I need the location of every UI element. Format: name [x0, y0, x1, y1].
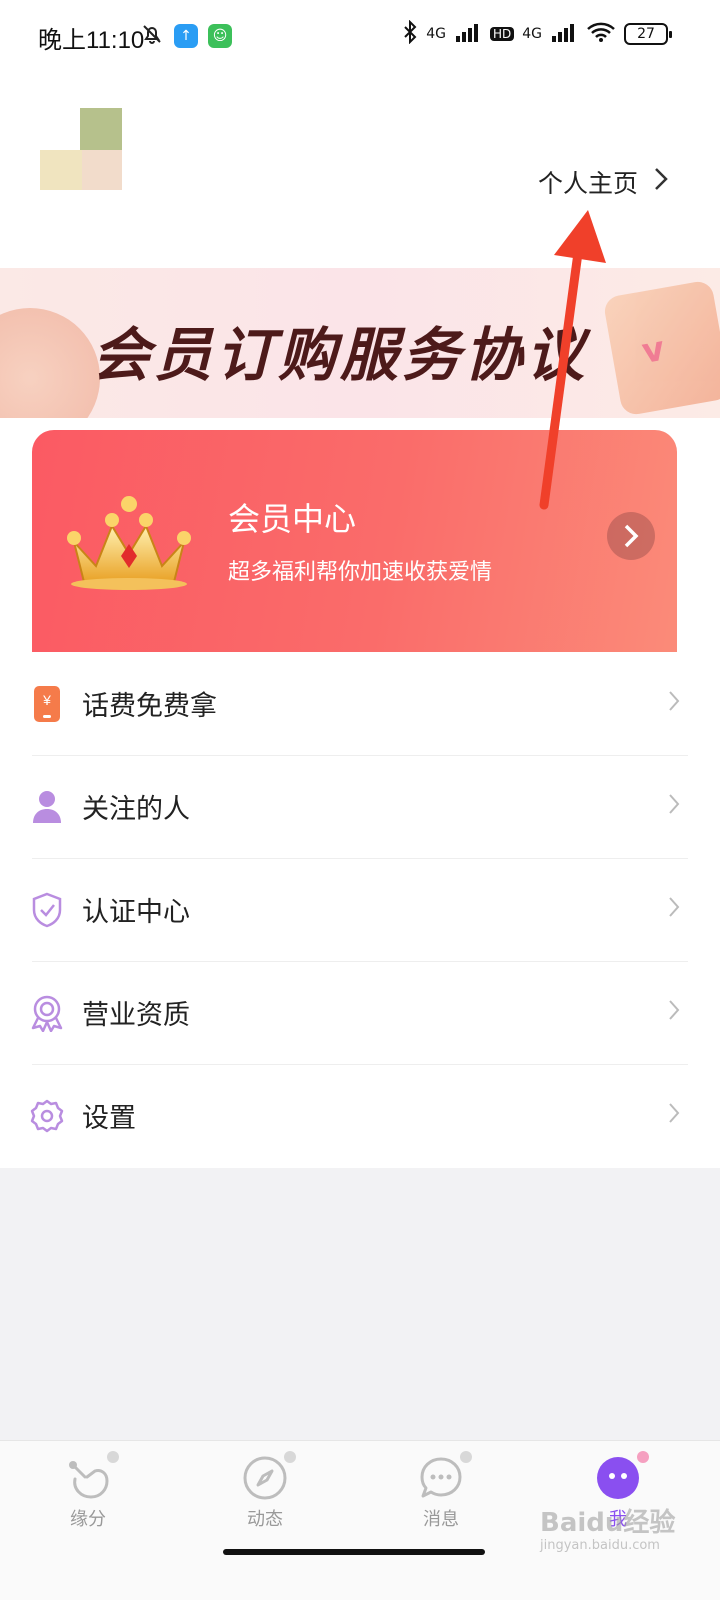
tab-moments[interactable]: 动态 — [215, 1451, 315, 1531]
avatar[interactable] — [40, 108, 122, 190]
tab-messages[interactable]: 消息 — [391, 1451, 491, 1531]
chevron-right-icon — [668, 998, 680, 1028]
menu-item-verification[interactable]: 认证中心 — [0, 858, 720, 961]
status-left-icons: ↑ ☺ — [140, 22, 232, 50]
chat-icon — [418, 1451, 472, 1501]
signal-icon — [550, 22, 578, 46]
menu-item-phone-bill[interactable]: ¥ 话费免费拿 — [0, 652, 720, 755]
person-icon — [28, 788, 66, 826]
empty-area — [0, 1168, 720, 1440]
chevron-right-icon — [654, 167, 668, 198]
vip-center-title: 会员中心 — [228, 500, 357, 538]
android-app-icon: ☺ — [208, 24, 232, 48]
menu-item-label: 认证中心 — [82, 897, 190, 928]
banner-title: 会员订购服务协议 — [92, 321, 589, 389]
watermark-url: jingyan.baidu.com — [540, 1538, 660, 1553]
personal-homepage-link[interactable]: 个人主页 — [538, 164, 668, 200]
tab-label: 缘分 — [70, 1509, 106, 1530]
signal-icon — [454, 22, 482, 46]
me-icon — [595, 1451, 649, 1501]
phone-bill-icon: ¥ — [28, 685, 66, 723]
crown-icon — [62, 490, 196, 594]
tab-fate[interactable]: 缘分 — [38, 1451, 138, 1531]
status-bar: 晚上11:10 ↑ ☺ 4G HD 4G 27 — [0, 0, 720, 70]
menu-item-settings[interactable]: 设置 — [0, 1064, 720, 1167]
annotation-arrow — [530, 205, 620, 519]
compass-icon — [242, 1451, 296, 1501]
network-label-2: 4G — [522, 26, 542, 42]
chevron-right-icon — [668, 792, 680, 822]
gift-box-decoration: v — [602, 279, 720, 417]
menu-item-business-license[interactable]: 营业资质 — [0, 961, 720, 1064]
tab-label: 消息 — [423, 1509, 459, 1530]
hd-badge: HD — [489, 27, 515, 41]
wifi-icon — [586, 21, 616, 47]
vip-go-button[interactable] — [607, 512, 655, 560]
network-label-1: 4G — [426, 26, 446, 42]
shield-check-icon — [28, 891, 66, 929]
status-right-icons: 4G HD 4G 27 — [402, 19, 672, 48]
menu-list: ¥ 话费免费拿 关注的人 认证中心 营业资质 设置 — [0, 652, 720, 1167]
badge-icon — [28, 994, 66, 1032]
battery-indicator: 27 — [624, 23, 672, 45]
watermark-logo: Baidu经验 — [540, 1508, 676, 1538]
bluetooth-icon — [402, 19, 418, 48]
menu-item-label: 设置 — [82, 1103, 136, 1134]
home-indicator[interactable] — [223, 1549, 485, 1555]
chevron-right-icon — [668, 895, 680, 925]
personal-homepage-label: 个人主页 — [538, 169, 639, 198]
hand-icon — [65, 1451, 119, 1501]
gear-icon — [28, 1097, 66, 1135]
chevron-right-icon — [668, 689, 680, 719]
menu-item-label: 话费免费拿 — [82, 691, 217, 722]
menu-item-following[interactable]: 关注的人 — [0, 755, 720, 858]
bell-off-icon — [140, 22, 164, 50]
svg-text:¥: ¥ — [42, 692, 51, 708]
tab-label: 动态 — [247, 1509, 283, 1530]
menu-item-label: 营业资质 — [82, 1000, 190, 1031]
menu-item-label: 关注的人 — [82, 794, 190, 825]
vip-center-subtitle: 超多福利帮你加速收获爱情 — [228, 560, 493, 585]
coin-decoration — [0, 308, 100, 418]
chevron-right-icon — [668, 1101, 680, 1131]
upload-app-icon: ↑ — [174, 24, 198, 48]
status-time: 晚上11:10 — [38, 27, 145, 54]
